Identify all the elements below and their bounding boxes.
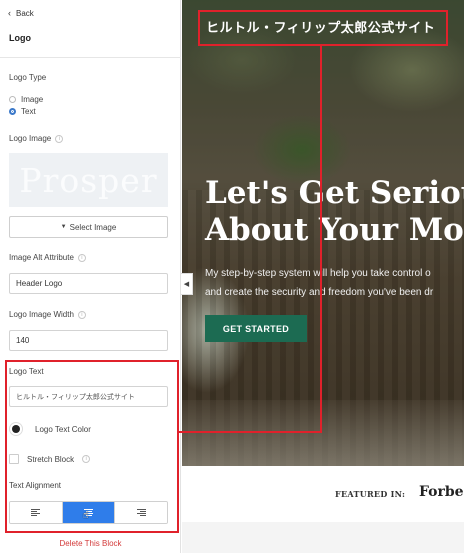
stretch-block-label: Stretch Block — [27, 454, 75, 464]
align-left-icon — [31, 509, 41, 516]
back-label: Back — [16, 9, 34, 18]
align-right-button[interactable] — [115, 502, 167, 523]
site-preview: ヒルトル・フィリップ太郎公式サイト Let's Get Seriou About… — [182, 0, 464, 553]
radio-image[interactable]: Image — [9, 95, 43, 104]
collapse-panel-button[interactable]: ◀ — [181, 273, 193, 295]
panel-title: Logo — [9, 33, 31, 43]
hero-title-line: Let's Get Seriou — [205, 175, 464, 211]
featured-in-bar: FEATURED IN: Forbes — [182, 466, 464, 522]
align-left-button[interactable] — [10, 502, 63, 523]
get-started-button[interactable]: GET STARTED — [205, 315, 307, 342]
delete-block-link[interactable]: Delete This Block — [0, 539, 181, 548]
hero-section: ヒルトル・フィリップ太郎公式サイト Let's Get Seriou About… — [182, 0, 464, 466]
hero-subtitle: My step-by-step system will help you tak… — [205, 264, 433, 302]
align-center-button[interactable]: ☝ — [62, 502, 116, 523]
stretch-block-checkbox[interactable] — [9, 454, 19, 464]
hero-title-line: About Your Mo — [205, 212, 464, 248]
text-alignment-group: ☝ — [9, 501, 168, 524]
forbes-logo: Forbes — [419, 484, 464, 500]
info-icon: i — [77, 253, 86, 262]
text-alignment-label: Text Alignment — [9, 481, 62, 490]
alt-attribute-input[interactable]: Header Logo — [9, 273, 168, 294]
radio-image-label: Image — [21, 95, 44, 104]
site-logo-text[interactable]: ヒルトル・フィリップ太郎公式サイト — [206, 17, 435, 36]
info-icon: i — [82, 455, 91, 463]
align-right-icon — [136, 509, 146, 516]
logo-text-input[interactable]: ヒルトル・フィリップ太郎公式サイト — [9, 386, 168, 407]
logo-text-color-row: Logo Text Color — [9, 422, 91, 436]
alt-attribute-label: Image Alt Attribute i — [9, 253, 86, 262]
select-image-button[interactable]: ▼ Select Image — [9, 216, 168, 238]
hero-subtitle-line: and create the security and freedom you'… — [205, 287, 434, 298]
caret-down-icon: ▼ — [60, 224, 67, 230]
logo-image-label: Logo Image i — [9, 134, 64, 143]
radio-text-label: Text — [21, 107, 36, 116]
settings-panel: ‹ Back Logo Logo Type Image Text Logo Im… — [0, 0, 181, 553]
radio-circle-selected[interactable] — [9, 108, 16, 115]
divider — [0, 57, 181, 58]
select-image-label: Select Image — [69, 222, 117, 232]
info-icon: i — [77, 310, 86, 319]
radio-circle[interactable] — [9, 96, 16, 103]
next-section — [182, 522, 464, 553]
stretch-block-row[interactable]: Stretch Block i — [9, 454, 91, 464]
hero-title: Let's Get Seriou About Your Mo — [205, 175, 464, 249]
hero-subtitle-line: My step-by-step system will help you tak… — [205, 268, 431, 279]
logo-image-preview: Prosper — [9, 153, 168, 207]
image-width-input[interactable]: 140 — [9, 330, 168, 351]
logo-preview-text: Prosper — [19, 160, 158, 200]
logo-text-color-label: Logo Text Color — [35, 424, 91, 434]
color-swatch[interactable] — [9, 422, 23, 436]
image-width-label: Logo Image Width i — [9, 310, 86, 319]
caret-left-icon: ◀ — [183, 281, 190, 288]
hand-cursor-icon: ☝ — [82, 510, 89, 521]
featured-in-label: FEATURED IN: — [335, 489, 406, 499]
info-icon: i — [55, 134, 64, 143]
logo-type-label: Logo Type — [9, 73, 47, 82]
logo-text-label: Logo Text — [9, 367, 44, 376]
chevron-left-icon: ‹ — [8, 8, 11, 18]
radio-text[interactable]: Text — [9, 107, 36, 116]
back-button[interactable]: ‹ Back — [8, 8, 34, 19]
